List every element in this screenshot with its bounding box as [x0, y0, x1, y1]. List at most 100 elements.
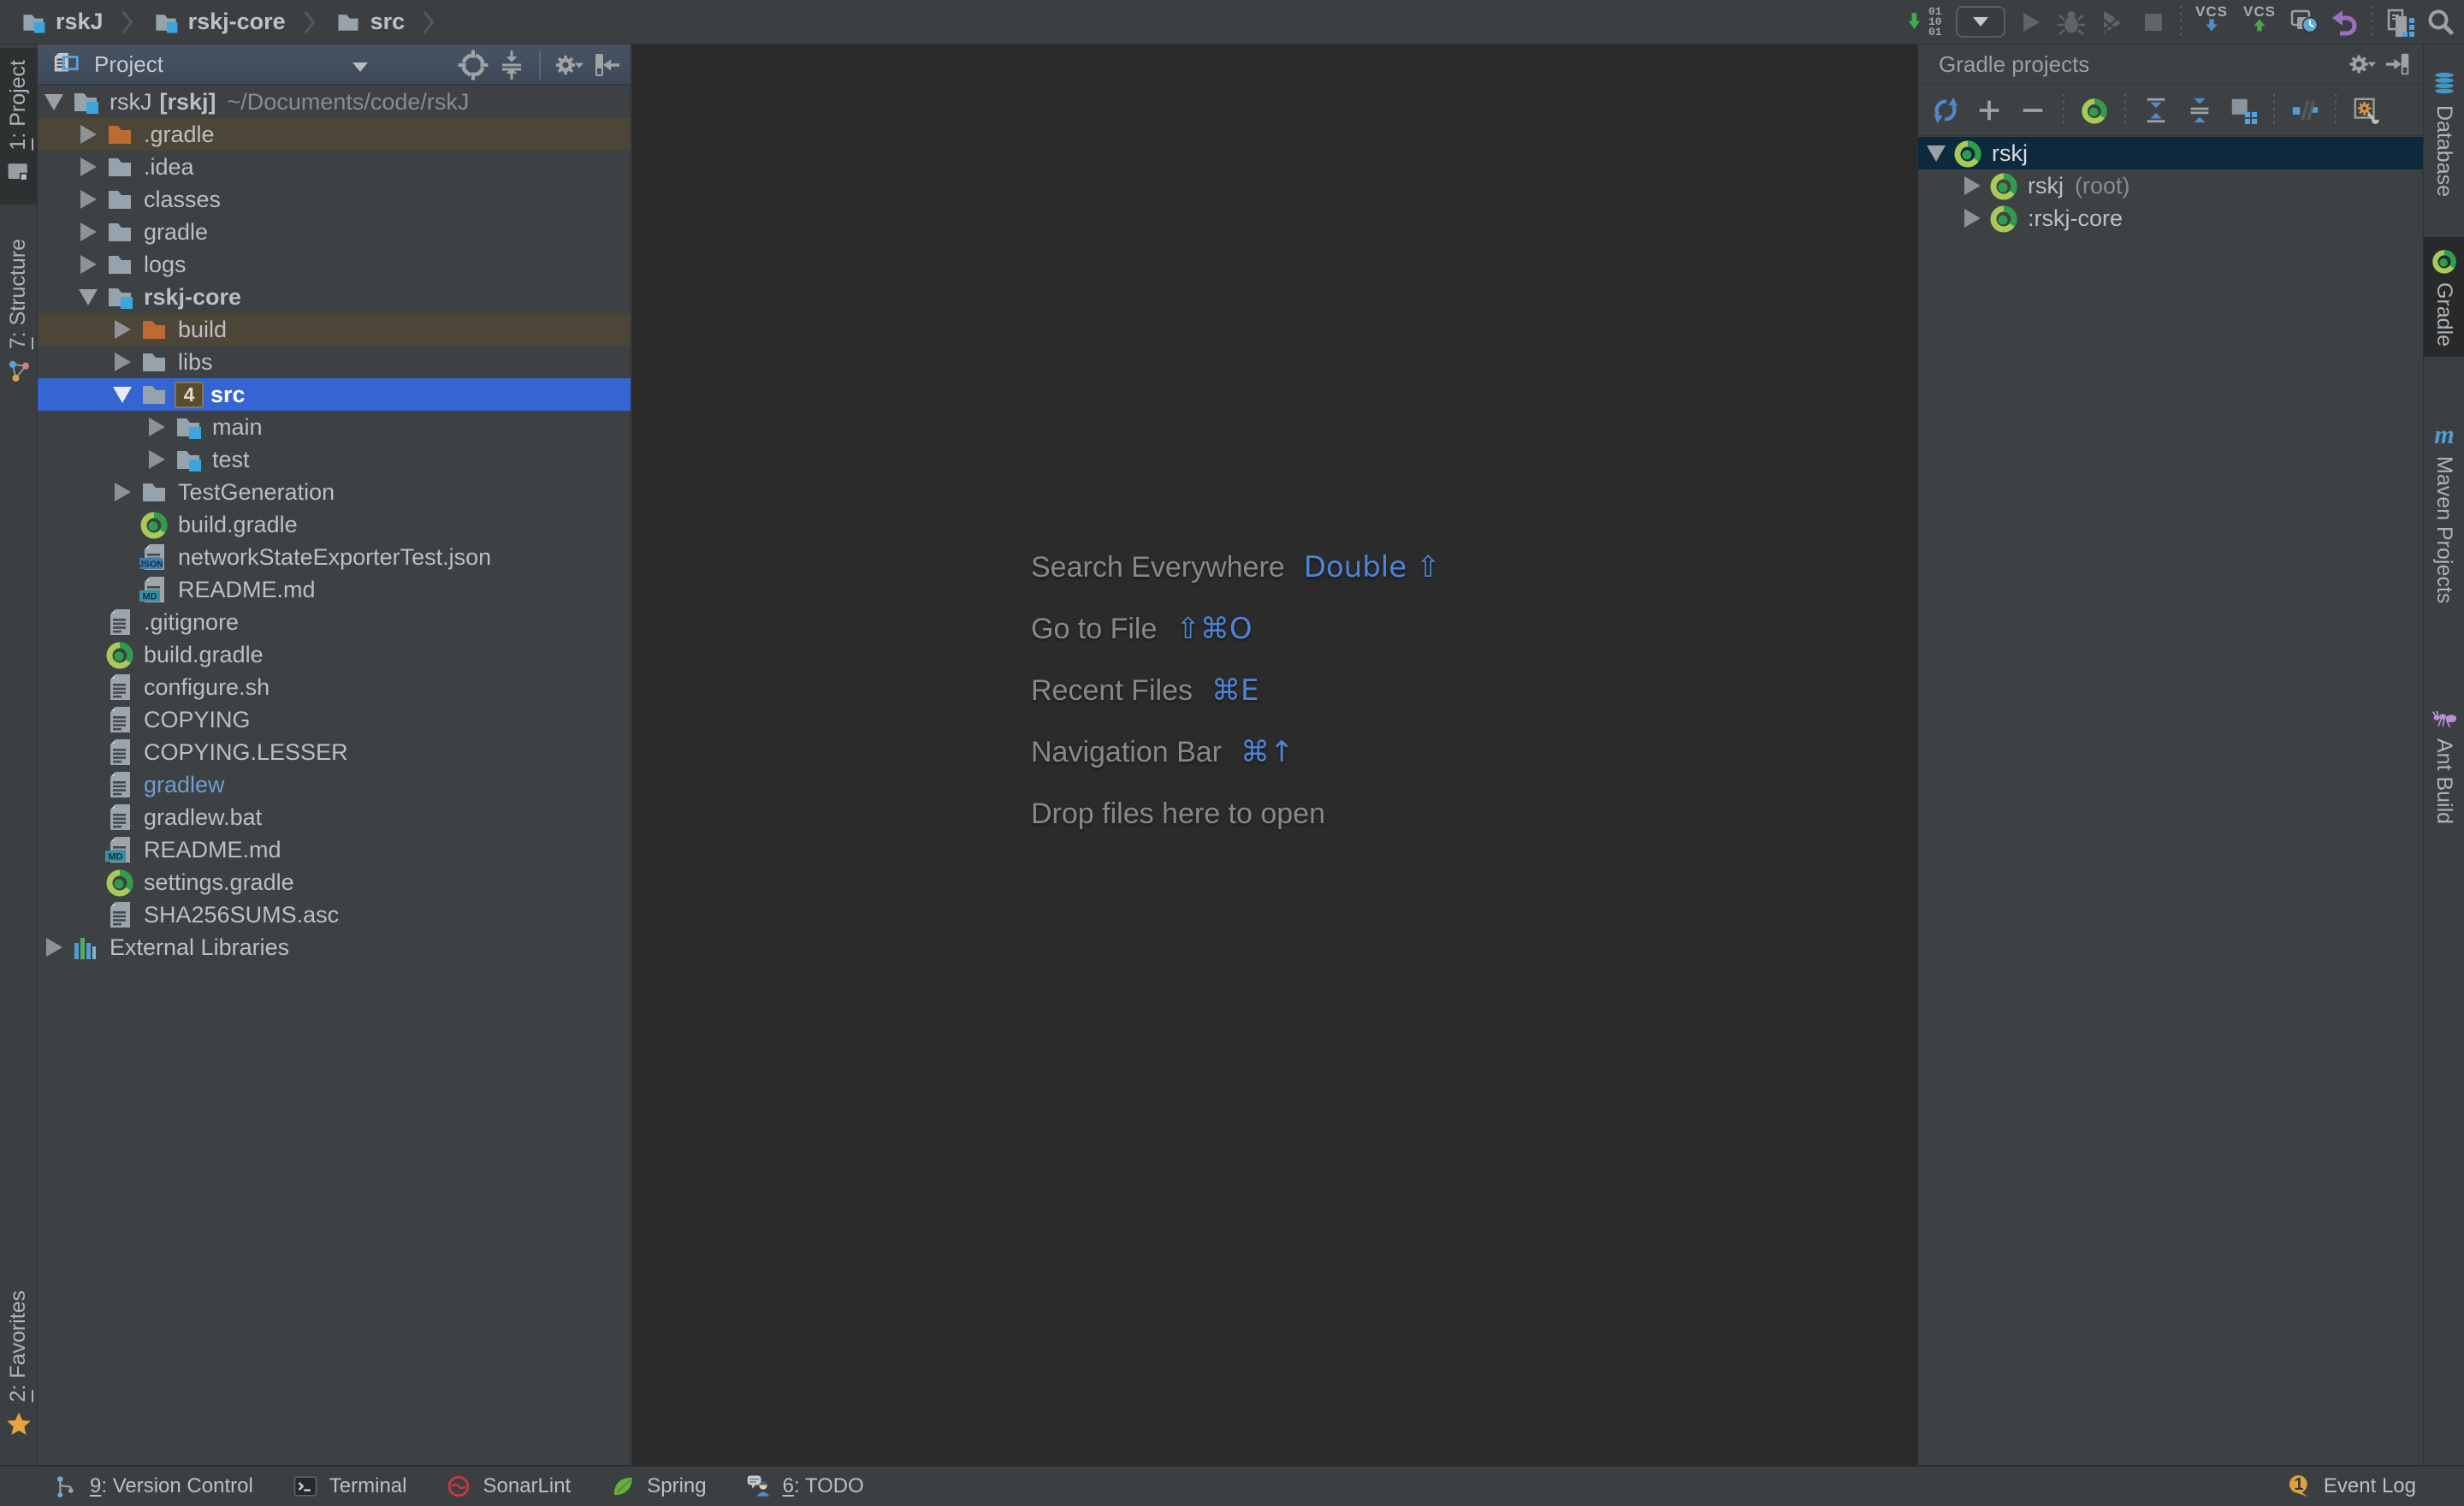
tree-expand-arrow[interactable] — [72, 289, 104, 305]
tree-row[interactable]: settings.gradle — [38, 866, 631, 898]
tree-row[interactable]: .idea — [38, 151, 631, 183]
collapse-all-blue-button[interactable] — [2184, 95, 2215, 126]
spring-leaf-status-button[interactable]: Spring — [610, 1473, 706, 1499]
module-folder-icon — [173, 412, 204, 442]
tree-expand-arrow[interactable] — [140, 418, 173, 436]
tree-expand-arrow[interactable] — [106, 483, 139, 501]
gradle-refresh-button[interactable] — [1930, 95, 1961, 126]
hint-label: Recent Files — [1031, 674, 1193, 708]
project-tool-button[interactable]: 1: Project — [0, 48, 37, 205]
view-dropdown-caret-icon[interactable] — [352, 62, 368, 80]
structure-tool-button[interactable]: 7: Structure — [0, 227, 37, 403]
rollback-button[interactable] — [2329, 5, 2361, 39]
group-modules-button[interactable] — [2228, 95, 2259, 126]
tree-row[interactable]: COPYING.LESSER — [38, 736, 631, 768]
toolbar-divider — [2335, 94, 2337, 127]
search-button[interactable] — [2425, 5, 2457, 39]
tree-row[interactable]: gradlew.bat — [38, 801, 631, 833]
tree-expand-arrow[interactable] — [72, 125, 104, 144]
tree-expand-arrow[interactable] — [1920, 145, 1952, 162]
tree-row[interactable]: logs — [38, 248, 631, 281]
gradle-logo-button[interactable]: Gradle — [2424, 237, 2464, 357]
vcs-branch-status-button[interactable]: 9: Version Control — [53, 1473, 253, 1499]
add-plus-button[interactable] — [1974, 95, 2005, 126]
breadcrumb-item[interactable]: rskj-core — [150, 9, 330, 36]
tree-row[interactable]: rskj (root) — [1918, 169, 2423, 202]
tree-expand-arrow[interactable] — [106, 353, 139, 371]
database-button[interactable]: Database — [2424, 60, 2464, 207]
breadcrumb-item[interactable]: src — [332, 9, 450, 36]
offline-mode-button[interactable] — [2289, 95, 2320, 126]
event-log-button[interactable]: 1 Event Log — [2287, 1473, 2416, 1499]
remove-minus-button[interactable] — [2017, 95, 2048, 126]
run-play-button[interactable] — [2014, 5, 2046, 39]
gear-dropdown-button[interactable] — [2347, 50, 2376, 79]
tree-row[interactable]: configure.sh — [38, 671, 631, 703]
tree-expand-arrow[interactable] — [72, 255, 104, 274]
tree-expand-arrow[interactable] — [1956, 209, 1988, 228]
maven-logo-button[interactable]: Maven Projects — [2424, 411, 2464, 614]
gradle-logo-button[interactable] — [2079, 95, 2110, 126]
sonarlint-status-button[interactable]: SonarLint — [446, 1473, 571, 1499]
recent-changes-button[interactable] — [2288, 5, 2320, 39]
row-label: README.md — [144, 837, 281, 863]
stop-square-button[interactable] — [2137, 5, 2170, 39]
hide-left-button[interactable] — [591, 50, 622, 80]
tree-expand-arrow[interactable] — [1956, 176, 1988, 195]
tree-row[interactable]: gradlew — [38, 768, 631, 801]
breadcrumb-item[interactable]: rskJ — [17, 9, 148, 36]
tree-row[interactable]: .gradle — [38, 118, 631, 151]
tree-row[interactable]: External Libraries — [38, 931, 631, 963]
vcs-commit-arrow-button[interactable]: VCS — [2240, 6, 2279, 39]
tree-row[interactable]: rskj-core — [38, 281, 631, 313]
tree-row[interactable]: build.gradle — [38, 638, 631, 671]
debug-bug-button[interactable] — [2055, 5, 2088, 39]
editor-area[interactable]: Search Everywhere Double ⇧ Go to File ⇧⌘… — [632, 44, 1917, 1465]
tree-row[interactable]: libs — [38, 346, 631, 378]
hide-right-button[interactable] — [2384, 50, 2413, 79]
expand-all-button[interactable] — [2141, 95, 2171, 126]
tree-row[interactable]: README.md — [38, 833, 631, 866]
tree-row[interactable]: rskJ [rskj] ~/Documents/code/rskJ — [38, 86, 631, 118]
tree-row[interactable]: TestGeneration — [38, 476, 631, 508]
tree-row[interactable]: SHA256SUMS.asc — [38, 898, 631, 931]
tree-expand-arrow[interactable] — [106, 320, 139, 339]
gradle-refresh-icon — [1931, 96, 1960, 125]
terminal-status-button[interactable]: Terminal — [293, 1473, 407, 1499]
tree-expand-arrow[interactable] — [72, 157, 104, 176]
favorites-star-button[interactable]: 2: Favorites — [0, 1278, 37, 1456]
tree-row[interactable]: 4 src — [38, 378, 631, 411]
tree-row[interactable]: test — [38, 443, 631, 476]
tree-expand-arrow[interactable] — [106, 387, 139, 403]
tree-expand-arrow[interactable] — [38, 938, 70, 957]
tree-row[interactable]: README.md — [38, 573, 631, 606]
vcs-update-arrow-button[interactable]: VCS — [2192, 6, 2231, 39]
tree-expand-arrow[interactable] — [72, 190, 104, 209]
ant-logo-button[interactable]: Ant Build — [2424, 693, 2464, 834]
tree-expand-arrow[interactable] — [140, 450, 173, 469]
tree-row[interactable]: classes — [38, 183, 631, 216]
tool-button-label: Database — [2431, 105, 2456, 197]
gradle-settings-button[interactable] — [2351, 95, 2382, 126]
tree-row[interactable]: build.gradle — [38, 508, 631, 541]
tree-row[interactable]: gradle — [38, 216, 631, 248]
download-sources-button[interactable]: 011001 — [1906, 7, 1947, 38]
run-configuration-combo[interactable] — [1956, 6, 2005, 38]
run-coverage-button[interactable] — [2096, 5, 2129, 39]
toolbar-divider — [2124, 94, 2126, 127]
collapse-all-button[interactable] — [496, 50, 527, 80]
todo-person-status-button[interactable]: 6: TODO — [746, 1473, 864, 1499]
tree-row[interactable]: build — [38, 313, 631, 346]
tree-row[interactable]: main — [38, 411, 631, 443]
locate-button[interactable] — [458, 50, 489, 80]
tree-row[interactable]: .gitignore — [38, 606, 631, 638]
status-bar: 9: Version Control Terminal SonarLint Sp… — [0, 1465, 2464, 1506]
tree-row[interactable]: rskj — [1918, 137, 2423, 169]
tree-expand-arrow[interactable] — [38, 94, 70, 110]
tree-row[interactable]: :rskj-core — [1918, 202, 2423, 234]
tree-expand-arrow[interactable] — [72, 222, 104, 241]
gear-dropdown-button[interactable] — [553, 50, 583, 80]
structure-compare-button[interactable] — [2384, 5, 2416, 39]
tree-row[interactable]: networkStateExporterTest.json — [38, 541, 631, 573]
tree-row[interactable]: COPYING — [38, 703, 631, 736]
